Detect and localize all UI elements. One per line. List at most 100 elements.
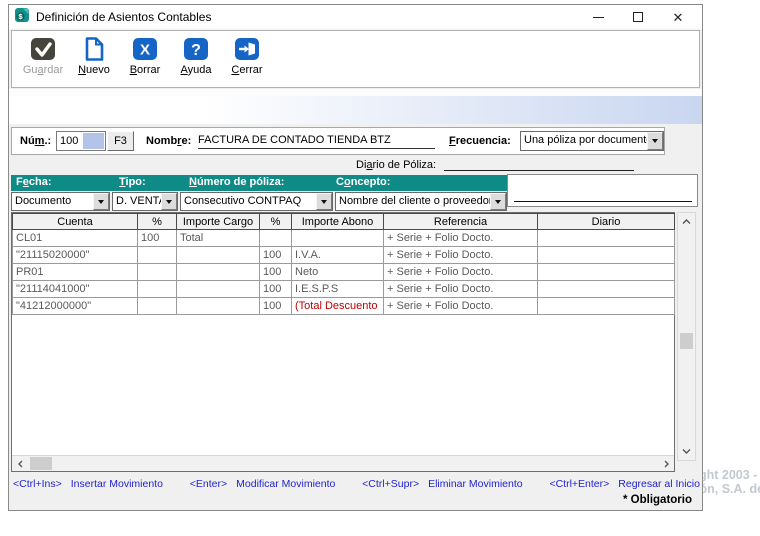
- shortcut-action: Modificar Movimiento: [236, 478, 335, 490]
- window-title: Definición de Asientos Contables: [36, 10, 578, 24]
- exit-door-icon: [233, 35, 261, 63]
- column-header[interactable]: Cuenta: [13, 214, 138, 230]
- table-cell: [538, 264, 675, 281]
- table-cell: "21114041000": [13, 281, 138, 298]
- table-cell: [538, 298, 675, 315]
- scroll-left-icon[interactable]: [12, 456, 29, 471]
- fecha-label: Fecha:: [16, 176, 51, 188]
- table-row[interactable]: "21115020000"100I.V.A.+ Serie + Folio Do…: [13, 247, 675, 264]
- column-header[interactable]: Referencia: [384, 214, 538, 230]
- concepto-dropdown-button[interactable]: [490, 193, 506, 210]
- tipo-select[interactable]: D. VENTA: [112, 192, 178, 211]
- movements-grid: Cuenta%Importe Cargo%Importe AbonoRefere…: [11, 212, 675, 472]
- numero-poliza-select[interactable]: Consecutivo CONTPAQ: [180, 192, 333, 211]
- column-header[interactable]: Diario: [538, 214, 675, 230]
- table-cell: "41212000000": [13, 298, 138, 315]
- num-input[interactable]: 100: [56, 131, 106, 151]
- table-row[interactable]: PR01100Neto+ Serie + Folio Docto.: [13, 264, 675, 281]
- diario-poliza-label: Diario de Póliza:: [356, 159, 436, 171]
- table-cell: [177, 298, 260, 315]
- column-header[interactable]: %: [138, 214, 177, 230]
- numero-dropdown-button[interactable]: [316, 193, 332, 210]
- column-header[interactable]: %: [260, 214, 292, 230]
- tipo-dropdown-button[interactable]: [161, 193, 177, 210]
- entry-header-bar: Fecha: Tipo: Número de póliza: Concepto:: [11, 175, 507, 191]
- close-window-button[interactable]: Cerrar: [224, 35, 270, 76]
- table-cell: 100: [260, 247, 292, 264]
- scroll-down-icon[interactable]: [678, 443, 695, 459]
- concepto-select[interactable]: Nombre del cliente o proveedor: [335, 192, 507, 211]
- chevron-down-icon: [652, 139, 658, 143]
- f3-lookup-button[interactable]: F3: [107, 131, 134, 151]
- column-header[interactable]: Importe Cargo: [177, 214, 260, 230]
- background-copyright-fragment: ght 2003 - 2: [699, 468, 760, 482]
- help-button-label: Ayuda: [181, 64, 212, 76]
- table-cell: I.E.S.P.S: [292, 281, 384, 298]
- grid-header-row: Cuenta%Importe Cargo%Importe AbonoRefere…: [13, 214, 675, 230]
- obligatorio-note: * Obligatorio: [623, 494, 692, 506]
- shortcut-hint: <Ctrl+Ins>Insertar Movimiento: [13, 478, 163, 490]
- vertical-scrollbar-thumb[interactable]: [680, 333, 693, 349]
- maximize-button[interactable]: [618, 6, 658, 28]
- maximize-icon: [633, 12, 643, 22]
- shortcut-hint: <Ctrl+Supr>Eliminar Movimiento: [362, 478, 522, 490]
- fecha-dropdown-button[interactable]: [93, 193, 109, 210]
- diario-poliza-input[interactable]: [444, 158, 634, 171]
- delete-button[interactable]: X Borrar: [122, 35, 168, 76]
- concepto-value: Nombre del cliente o proveedor: [336, 193, 490, 210]
- horizontal-scrollbar[interactable]: [12, 455, 674, 471]
- table-cell: [260, 230, 292, 247]
- help-question-icon: ?: [182, 35, 210, 63]
- close-button[interactable]: ✕: [658, 6, 698, 28]
- minimize-button[interactable]: [578, 6, 618, 28]
- chevron-down-icon: [98, 200, 104, 204]
- save-check-icon: [29, 35, 57, 63]
- table-cell: [138, 298, 177, 315]
- frecuencia-dropdown-button[interactable]: [647, 132, 663, 150]
- fecha-select[interactable]: Documento: [11, 192, 110, 211]
- table-cell: + Serie + Folio Docto.: [384, 264, 538, 281]
- shortcut-action: Regresar al Inicio: [618, 478, 700, 490]
- table-cell: + Serie + Folio Docto.: [384, 281, 538, 298]
- table-cell: + Serie + Folio Docto.: [384, 298, 538, 315]
- new-button[interactable]: Nuevo: [71, 35, 117, 76]
- table-cell: PR01: [13, 264, 138, 281]
- toolbar-spacer: [9, 89, 702, 96]
- table-cell: [177, 247, 260, 264]
- table-cell: [177, 281, 260, 298]
- vertical-scrollbar[interactable]: [677, 212, 696, 461]
- chevron-down-icon: [321, 200, 327, 204]
- shortcut-hint: <Ctrl+Enter>Regresar al Inicio: [549, 478, 700, 490]
- scroll-up-icon[interactable]: [678, 214, 695, 230]
- shortcut-hints: <Ctrl+Ins>Insertar Movimiento<Enter>Modi…: [13, 478, 700, 490]
- table-cell: [538, 230, 675, 247]
- tipo-value: D. VENTA: [113, 193, 161, 210]
- frecuencia-label: Frecuencia:: [449, 135, 511, 147]
- table-row[interactable]: CL01100Total+ Serie + Folio Docto.: [13, 230, 675, 247]
- concepto-extra-input[interactable]: [514, 201, 692, 202]
- table-cell: [177, 264, 260, 281]
- nombre-label: Nombre:: [146, 135, 191, 147]
- frecuencia-select[interactable]: Una póliza por documento: [520, 131, 664, 151]
- num-value: 100: [60, 135, 78, 147]
- chevron-down-icon: [495, 200, 501, 204]
- header-gradient-band: [9, 96, 702, 124]
- table-cell: [138, 281, 177, 298]
- table-cell: 100: [260, 281, 292, 298]
- table-cell: [538, 247, 675, 264]
- table-cell: 100: [260, 264, 292, 281]
- tipo-label: Tipo:: [119, 176, 146, 188]
- column-header[interactable]: Importe Abono: [292, 214, 384, 230]
- definition-fields-panel: Núm.: 100 F3 Nombre: FACTURA DE CONTADO …: [11, 127, 665, 155]
- table-row[interactable]: "41212000000"100(Total Descuento+ Serie …: [13, 298, 675, 315]
- app-icon: $: [14, 7, 30, 28]
- help-button[interactable]: ? Ayuda: [173, 35, 219, 76]
- scroll-right-icon[interactable]: [657, 456, 674, 471]
- minimize-icon: [593, 17, 604, 18]
- table-row[interactable]: "21114041000" 100I.E.S.P.S+ Serie + Folio…: [13, 281, 675, 298]
- save-button[interactable]: Guardar: [20, 35, 66, 76]
- delete-x-icon: X: [131, 35, 159, 63]
- num-selection-highlight: [83, 133, 104, 149]
- horizontal-scrollbar-thumb[interactable]: [30, 457, 52, 470]
- nombre-input[interactable]: FACTURA DE CONTADO TIENDA BTZ: [198, 134, 435, 149]
